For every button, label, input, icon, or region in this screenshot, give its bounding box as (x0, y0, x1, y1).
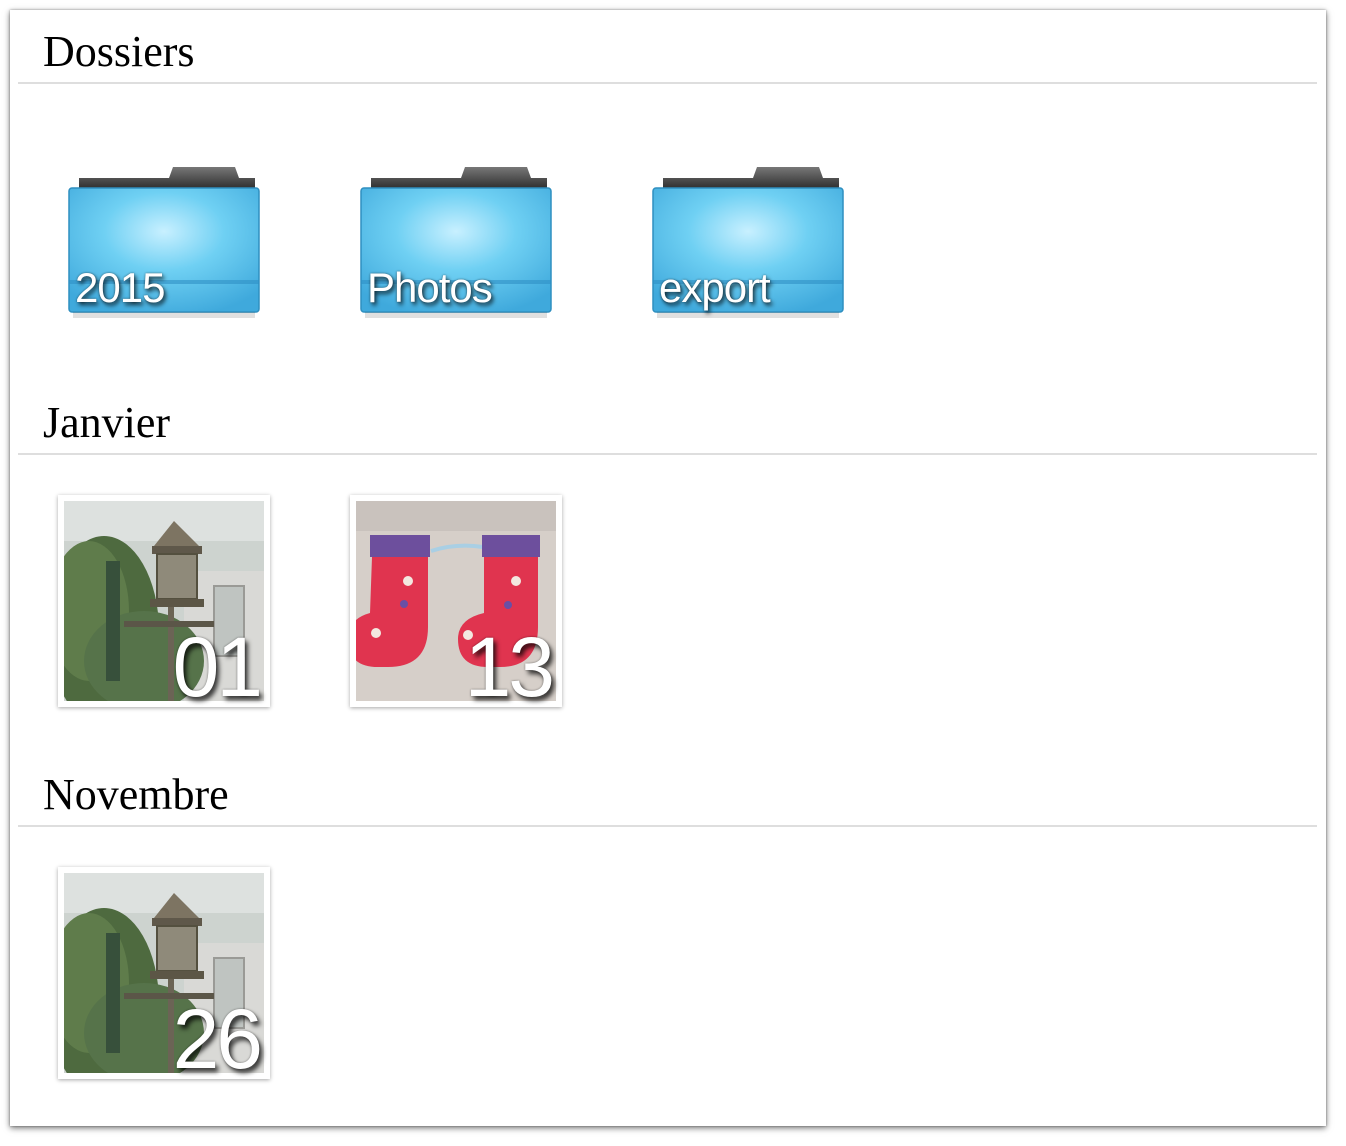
folder-label: Photos (367, 264, 493, 311)
folder-photos[interactable]: Photos (359, 162, 559, 332)
day-label: 01 (172, 620, 263, 714)
day-thumbnail-01[interactable]: 01 (58, 495, 270, 714)
section-divider-novembre (18, 825, 1317, 827)
section-title-novembre: Novembre (43, 770, 229, 819)
section-title-janvier: Janvier (43, 398, 171, 447)
day-thumbnail-13[interactable]: 13 (350, 495, 562, 714)
folder-2015[interactable]: 2015 (67, 162, 267, 332)
section-title-folders: Dossiers (43, 27, 195, 76)
folder-label: 2015 (75, 264, 165, 311)
section-divider-folders (18, 82, 1317, 84)
folder-export[interactable]: export (651, 162, 851, 332)
day-label: 26 (172, 992, 263, 1086)
section-divider-janvier (18, 453, 1317, 455)
day-label: 13 (464, 620, 555, 714)
folder-label: export (659, 264, 771, 311)
gallery-window: Dossiers 2015 Photos export Janvier 01 1… (10, 10, 1326, 1126)
day-thumbnail-26[interactable]: 26 (58, 867, 270, 1086)
